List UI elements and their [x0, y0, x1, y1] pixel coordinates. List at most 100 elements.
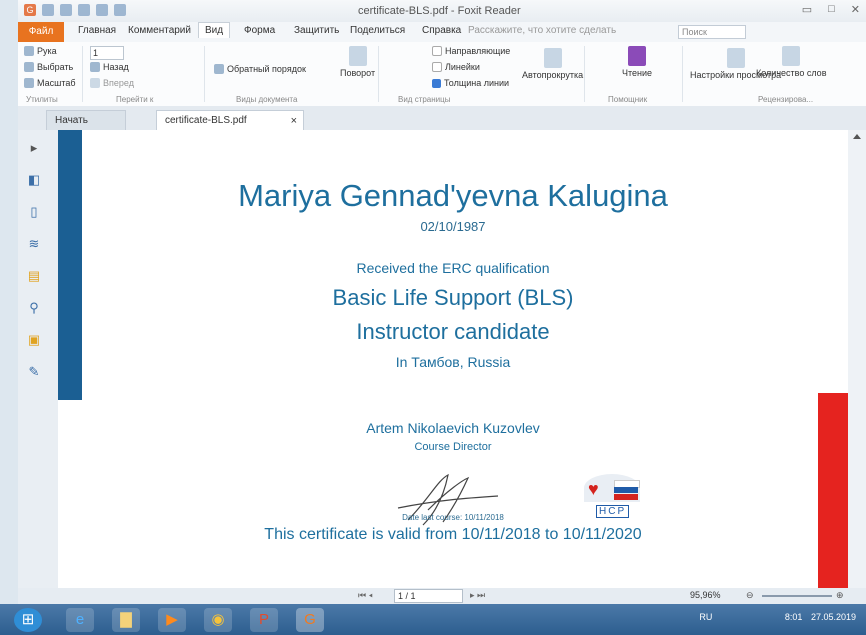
vertical-scrollbar[interactable]	[848, 130, 866, 588]
group-label-assistant: Помощник	[608, 95, 648, 104]
divider	[378, 46, 379, 102]
line-weight-label: Толщина линии	[444, 78, 510, 88]
redo-icon[interactable]	[114, 4, 126, 16]
powerpoint-icon[interactable]: P	[250, 608, 278, 632]
language-indicator[interactable]: RU	[699, 612, 712, 622]
pages-icon[interactable]: ▯	[26, 204, 42, 220]
signature-icon[interactable]: ✎	[26, 364, 42, 380]
attachment-icon[interactable]: ⚲	[26, 300, 42, 316]
autoscroll-icon	[543, 48, 562, 68]
date-last-course: Date last course: 10/11/2018	[402, 513, 504, 522]
group-label-goto: Перейти к	[116, 95, 154, 104]
undo-icon[interactable]	[96, 4, 108, 16]
zoom-in-icon[interactable]: ⊕	[836, 590, 844, 601]
comments-icon[interactable]: ▤	[26, 268, 42, 284]
expand-panel-icon[interactable]: ▸	[26, 140, 42, 156]
guides-checkbox[interactable]: Направляющие	[432, 46, 510, 56]
word-count-icon	[782, 46, 801, 66]
start-button-icon[interactable]: ⊞	[14, 608, 42, 632]
divider	[682, 46, 683, 102]
divider	[82, 46, 83, 102]
open-icon[interactable]	[42, 4, 54, 16]
director-name: Artem Nikolaevich Kuzovlev	[366, 420, 540, 436]
pdf-page: Mariya Gennad'yevna Kalugina 02/10/1987 …	[58, 130, 848, 588]
reverse-order-button[interactable]: Обратный порядок	[214, 64, 306, 74]
chrome-icon[interactable]: ◉	[204, 608, 232, 632]
minimize-icon[interactable]: ▭	[802, 3, 812, 16]
tab-share[interactable]: Поделиться	[350, 25, 405, 36]
forward-label: Вперед	[103, 78, 134, 88]
back-button[interactable]: Назад	[90, 62, 129, 72]
bookmark-icon[interactable]: ◧	[26, 172, 42, 188]
back-label: Назад	[103, 62, 129, 72]
view-settings-icon	[726, 48, 745, 68]
ribbon-panel: Рука Выбрать Масштаб Утилиты 1 Назад Впе…	[18, 42, 866, 107]
group-label-review: Рецензирова...	[758, 95, 814, 104]
divider	[584, 46, 585, 102]
read-button[interactable]: Чтение	[622, 46, 652, 78]
tell-me-input[interactable]: Расскажите, что хотите сделать	[468, 25, 616, 36]
app-window: G certificate-BLS.pdf - Foxit Reader ▭ □…	[0, 0, 866, 635]
scroll-up-icon[interactable]	[853, 134, 861, 139]
media-icon[interactable]: ▶	[158, 608, 186, 632]
rulers-checkbox[interactable]: Линейки	[432, 62, 480, 72]
page-number-input[interactable]: 1	[90, 46, 124, 60]
search-input[interactable]: Поиск	[678, 25, 746, 39]
ribbon-tabs: Файл Главная Комментарий Вид Форма Защит…	[18, 22, 866, 42]
zoom-tool-button[interactable]: Масштаб	[24, 78, 76, 88]
clock-date[interactable]: 27.05.2019	[811, 612, 856, 622]
tab-certificate-pdf[interactable]: certificate-BLS.pdf ×	[156, 110, 304, 131]
tab-view[interactable]: Вид	[198, 22, 231, 38]
print-icon[interactable]	[78, 4, 90, 16]
word-count-button[interactable]: Количество слов	[756, 46, 826, 78]
divider	[204, 46, 205, 102]
flag-red	[614, 494, 638, 500]
hand-tool-button[interactable]: Рука	[24, 46, 57, 56]
tab-file[interactable]: Файл	[18, 22, 64, 42]
close-icon[interactable]: ✕	[851, 3, 860, 16]
explorer-icon[interactable]: ▇	[112, 608, 140, 632]
course-role: Instructor candidate	[356, 319, 550, 344]
maximize-icon[interactable]: □	[828, 3, 835, 16]
security-lock-icon[interactable]: ▣	[26, 332, 42, 348]
speaker-icon	[628, 46, 647, 66]
tab-comment[interactable]: Комментарий	[128, 25, 191, 36]
read-label: Чтение	[622, 68, 653, 78]
course-location: In Тамбов, Russia	[395, 354, 511, 370]
tab-home[interactable]: Главная	[78, 25, 116, 36]
foxit-taskbar-icon[interactable]: G	[296, 608, 324, 632]
zoom-level[interactable]: 95,96%	[690, 590, 721, 600]
tab-certificate-label: certificate-BLS.pdf	[165, 115, 247, 126]
first-page-icon[interactable]: ⏮ ◂	[358, 590, 373, 601]
forward-icon	[90, 78, 100, 88]
tab-start[interactable]: Начать	[46, 110, 126, 131]
page-indicator[interactable]: 1 / 1	[394, 589, 463, 603]
autoscroll-label: Автопрокрутка	[522, 70, 584, 80]
validity-line: This certificate is valid from 10/11/201…	[264, 526, 642, 543]
select-tool-button[interactable]: Выбрать	[24, 62, 73, 72]
tab-help[interactable]: Справка	[422, 25, 461, 36]
forward-button[interactable]: Вперед	[90, 78, 134, 88]
rotate-button[interactable]: Поворот	[340, 46, 375, 78]
clock-time[interactable]: 8:01	[785, 612, 803, 622]
next-page-icon[interactable]: ▸ ⏭	[470, 590, 485, 601]
layers-icon[interactable]: ≋	[26, 236, 42, 252]
back-icon	[90, 62, 100, 72]
save-icon[interactable]	[60, 4, 72, 16]
zoom-slider[interactable]	[762, 595, 832, 597]
zoom-out-icon[interactable]: ⊖	[746, 590, 754, 601]
close-tab-icon[interactable]: ×	[291, 111, 297, 131]
tab-form[interactable]: Форма	[244, 25, 275, 36]
line-weight-checkbox[interactable]: Толщина линии	[432, 78, 509, 88]
window-title: certificate-BLS.pdf - Foxit Reader	[358, 5, 521, 17]
course-name: Basic Life Support (BLS)	[332, 285, 574, 310]
reverse-order-icon	[214, 64, 224, 74]
autoscroll-button[interactable]: Автопрокрутка	[522, 48, 583, 80]
title-bar: G certificate-BLS.pdf - Foxit Reader ▭ □…	[18, 0, 866, 23]
ie-icon[interactable]: e	[66, 608, 94, 632]
tab-protect[interactable]: Защитить	[294, 25, 339, 36]
page-nav[interactable]: 1	[90, 46, 124, 60]
checkbox-checked-icon	[432, 78, 441, 88]
system-tray: RU 8:01 27.05.2019	[699, 612, 856, 622]
received-line: Received the ERC qualification	[356, 260, 550, 276]
